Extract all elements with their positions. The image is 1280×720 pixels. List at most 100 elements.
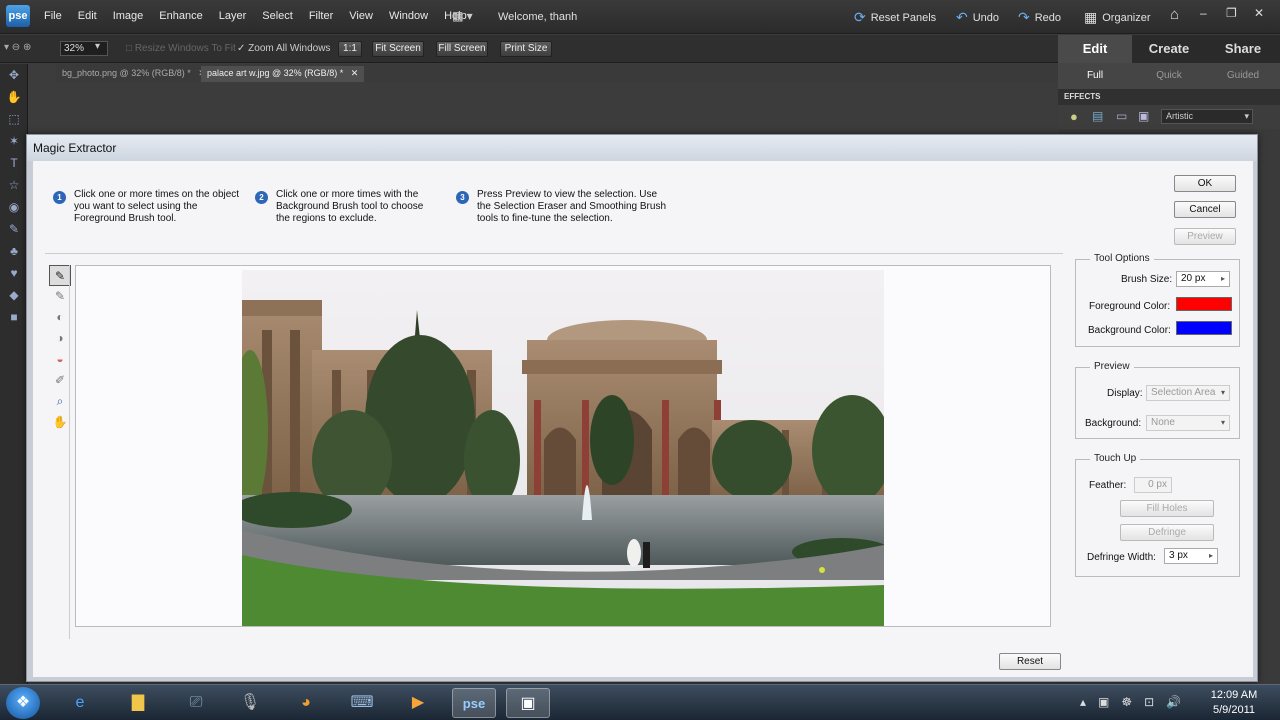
tab-palace-art[interactable]: palace art w.jpg @ 32% (RGB/8) * ✕ [201,66,365,82]
step-1: 1 Click one or more times on the object … [53,189,244,225]
clock[interactable]: 12:09 AM 5/9/2011 [1206,688,1262,718]
stamp-tool-icon[interactable]: ♣ [0,240,28,262]
resize-windows-checkbox[interactable]: □ Resize Windows To Fit [126,43,236,54]
step-number-icon: 1 [53,191,66,204]
move-tool-icon[interactable]: ✥ [0,64,28,86]
defringe-button[interactable]: Defringe [1120,524,1214,541]
menu-filter[interactable]: Filter [309,10,333,22]
media-player-icon[interactable]: ▶ [396,688,440,718]
background-select[interactable]: None ▾ [1146,415,1230,431]
effects-category-value: Artistic [1166,111,1193,121]
tab-bg-photo[interactable]: bg_photo.png @ 32% (RGB/8) * ✕ [56,66,212,82]
actual-pixels-button[interactable]: 1:1 [338,41,362,57]
red-eye-tool-icon[interactable]: ◉ [0,196,28,218]
menu-window[interactable]: Window [389,10,428,22]
tab-quick[interactable]: Quick [1132,63,1206,89]
brush-tool-icon[interactable]: ✎ [0,218,28,240]
minimize-icon[interactable]: – [1200,6,1207,20]
tab-share[interactable]: Share [1206,35,1280,63]
network-tray-icon[interactable]: ⊡ [1144,695,1154,709]
menu-enhance[interactable]: Enhance [159,10,202,22]
tab-create[interactable]: Create [1132,35,1206,63]
magic-wand-icon[interactable]: ✶ [0,130,28,152]
restore-icon[interactable]: ❐ [1226,6,1237,20]
cancel-button[interactable]: Cancel [1174,201,1236,218]
foreground-color-swatch[interactable] [1176,297,1232,311]
tab-full[interactable]: Full [1058,63,1132,89]
chevron-right-icon[interactable]: ▸ [1209,549,1213,563]
internet-explorer-icon[interactable]: e [58,688,102,718]
hand-tool-icon[interactable]: ✋ [0,86,28,108]
keyboard-icon[interactable]: ⌨ [340,688,384,718]
firefox-icon[interactable]: ◕ [284,688,328,718]
effects-panel-title: EFFECTS [1058,89,1280,105]
redo-button[interactable]: ↷ Redo [1018,9,1061,26]
fit-screen-button[interactable]: Fit Screen [372,41,424,57]
preview-button[interactable]: Preview [1174,228,1236,245]
smoothing-brush-icon[interactable]: ✐ [49,370,71,391]
volume-icon[interactable]: 🔊 [1166,695,1181,709]
tool-options-title: Tool Options [1090,253,1154,264]
fill-holes-button[interactable]: Fill Holes [1120,500,1214,517]
arrange-documents-icon[interactable]: ▦ ▾ [452,9,480,25]
point-eraser-icon[interactable]: ◐ [49,307,71,328]
fill-screen-button[interactable]: Fill Screen [436,41,488,57]
menu-file[interactable]: File [44,10,62,22]
start-button-icon[interactable]: ❖ [6,687,40,719]
print-size-button[interactable]: Print Size [500,41,552,57]
menu-layer[interactable]: Layer [219,10,247,22]
close-icon[interactable]: ✕ [1254,6,1264,20]
file-explorer-icon[interactable]: ▇ [116,688,160,718]
show-hidden-icons-icon[interactable]: ▴ [1080,695,1086,709]
tab-guided[interactable]: Guided [1206,63,1280,89]
extractor-canvas[interactable] [75,265,1051,627]
organizer-task-icon[interactable]: ▣ [506,688,550,718]
foreground-brush-icon[interactable]: ✎ [49,265,71,286]
background-color-swatch[interactable] [1176,321,1232,335]
undo-button[interactable]: ↶ Undo [956,9,999,26]
defringe-width-input[interactable]: 3 px ▸ [1164,548,1218,564]
filters-icon[interactable]: ● [1070,109,1078,124]
home-icon[interactable]: ⌂ [1170,6,1179,23]
organizer-button[interactable]: ▦ Organizer [1084,9,1151,26]
background-brush-icon[interactable]: ✎ [49,286,71,307]
hand-tool-icon[interactable]: ✋ [49,412,71,433]
remove-from-selection-icon[interactable]: ◒ [49,349,71,370]
menu-image[interactable]: Image [113,10,144,22]
reset-panels-button[interactable]: ⟳ Reset Panels [854,9,936,26]
tab-close-icon[interactable]: ✕ [346,68,359,78]
zoom-tool-icon[interactable]: ⌕ [49,391,71,412]
tab-edit[interactable]: Edit [1058,35,1132,63]
bucket-tool-icon[interactable]: ♥ [0,262,28,284]
brush-size-input[interactable]: 20 px ▸ [1176,271,1230,287]
zoom-input[interactable]: 32% [60,41,108,56]
layer-styles-icon[interactable]: ▤ [1092,109,1103,123]
zoom-tool-icons[interactable]: ▾ ⊖ ⊕ [4,42,31,53]
display-select[interactable]: Selection Area ▾ [1146,385,1230,401]
microphone-icon[interactable]: 🎙 [228,688,272,718]
color-swatch-icon[interactable]: ■ [0,306,28,328]
photo-effects-icon[interactable]: ▭ [1116,109,1127,123]
feather-input[interactable]: 0 px [1134,477,1172,493]
all-effects-icon[interactable]: ▣ [1138,109,1149,123]
marquee-tool-icon[interactable]: ⬚ [0,108,28,130]
ok-button[interactable]: OK [1174,175,1236,192]
bluetooth-icon[interactable]: ▣ [1098,695,1109,709]
zoom-all-windows-checkbox[interactable]: ✓ Zoom All Windows [237,43,330,54]
menu-view[interactable]: View [349,10,373,22]
menu-edit[interactable]: Edit [78,10,97,22]
network-icon[interactable]: ⎚ [174,688,218,718]
toolbox: ✥ ✋ ⬚ ✶ T ☆ ◉ ✎ ♣ ♥ ◆ ■ [0,64,28,684]
menu-select[interactable]: Select [262,10,293,22]
zoom-dropdown-icon[interactable]: ▾ [95,41,100,52]
tray-app-icon[interactable]: ☸ [1121,695,1132,709]
photoshop-elements-task-icon[interactable]: pse [452,688,496,718]
add-to-selection-icon[interactable]: ◑ [49,328,71,349]
effects-category-select[interactable]: Artistic ▾ [1161,109,1253,124]
chevron-right-icon[interactable]: ▸ [1221,272,1225,286]
reset-button[interactable]: Reset [999,653,1061,670]
type-tool-icon[interactable]: T [0,152,28,174]
palace-photo[interactable] [242,270,884,627]
eraser-tool-icon[interactable]: ◆ [0,284,28,306]
shape-tool-icon[interactable]: ☆ [0,174,28,196]
